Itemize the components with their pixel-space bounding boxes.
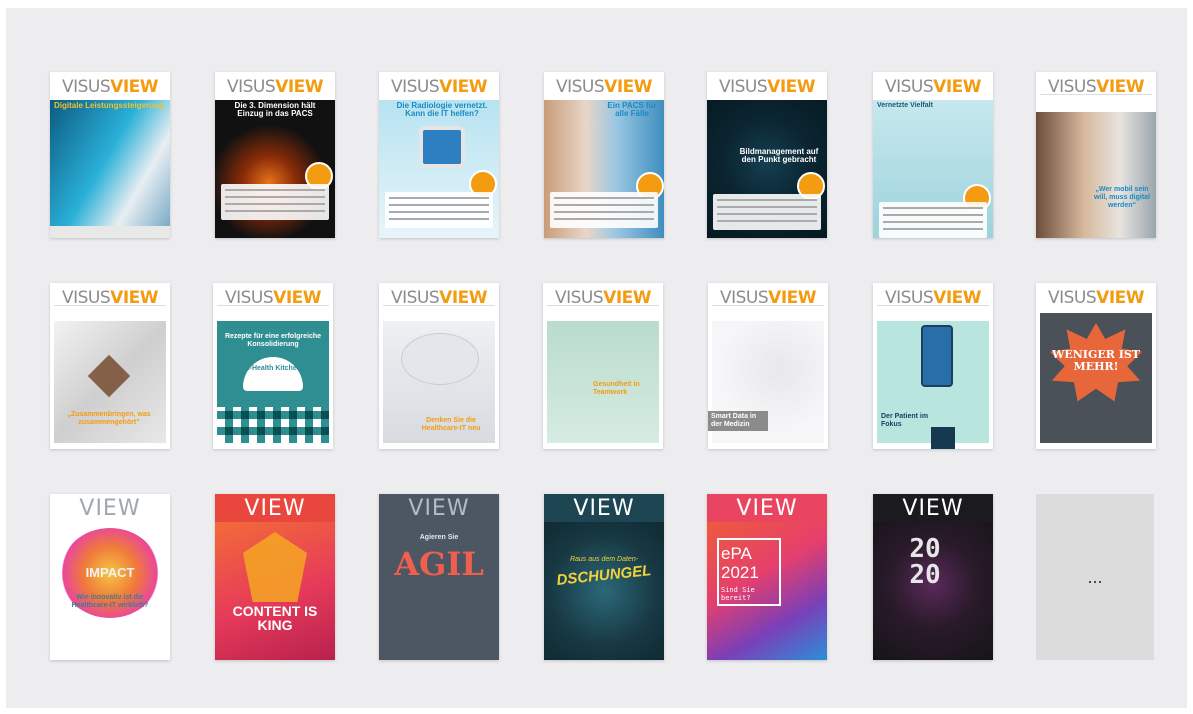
cover-headline: CONTENT IS KING	[232, 603, 318, 633]
cover-headline: Denken Sie die Healthcare-IT neu	[421, 417, 481, 432]
cover-subline: Wie innovativ ist die Healthcare-IT wirk…	[71, 594, 149, 609]
cover-subline: E-Health Kitchen	[244, 365, 301, 372]
cover-headline: „Zusammenbringen, was zusammengehört“	[67, 411, 151, 426]
magazine-cover-20[interactable]: VIEW 2020	[873, 494, 993, 660]
magazine-cover-9[interactable]: VISUSVIEW Rezepte für eine erfolgreiche …	[213, 283, 333, 449]
cover-headline: Digitale Leistungssteigerung	[54, 101, 164, 110]
magazine-cover-13[interactable]: VISUSVIEW Der Patient im Fokus	[873, 283, 993, 449]
magazine-cover-15[interactable]: VIEW IMPACT Wie innovativ ist die Health…	[50, 494, 170, 660]
magazine-cover-16[interactable]: VIEW CONTENT IS KING	[215, 494, 335, 660]
cover-headline: Rezepte für eine erfolgreiche Konsolidie…	[224, 333, 322, 348]
cover-headline: AGIL	[394, 545, 484, 583]
magazine-cover-4[interactable]: VISUSVIEW Ein PACS für alle Fälle	[544, 72, 664, 238]
magazine-cover-12[interactable]: VISUSVIEW Smart Data in der Medizin	[708, 283, 828, 449]
cover-headline: Der Patient im Fokus	[881, 413, 929, 428]
cover-headline: Die 3. Dimension hält Einzug in das PACS	[234, 101, 316, 118]
cover-headline: Ein PACS für alle Fälle	[607, 101, 657, 118]
magazine-cover-2[interactable]: VISUSVIEW Die 3. Dimension hält Einzug i…	[215, 72, 335, 238]
cover-headline: WENIGER IST MEHR!	[1052, 348, 1140, 373]
cover-headline: 2020	[909, 534, 941, 590]
magazine-cover-10[interactable]: VISUSVIEW Denken Sie die Healthcare-IT n…	[379, 283, 499, 449]
cover-headline: Bildmanagement auf den Punkt gebracht	[739, 147, 819, 164]
magazine-cover-5[interactable]: VISUSVIEW Bildmanagement auf den Punkt g…	[707, 72, 827, 238]
cover-subline: Agieren Sie	[419, 534, 459, 541]
magazine-cover-3[interactable]: VISUSVIEW Die Radiologie vernetzt. Kann …	[379, 72, 499, 238]
cover-headline: Gesundheit in Teamwork	[593, 381, 640, 396]
cover-subline: Sind Sie bereit?	[721, 586, 755, 602]
magazine-cover-7[interactable]: VISUSVIEW „Wer mobil sein will, muss dig…	[1036, 72, 1156, 238]
magazine-cover-18[interactable]: VIEW Raus aus dem Daten- DSCHUNGEL	[544, 494, 664, 660]
cover-headline: IMPACT	[85, 565, 135, 580]
more-covers-button[interactable]: ...	[1036, 494, 1154, 660]
cover-headline: Smart Data in der Medizin	[708, 411, 768, 431]
magazine-cover-8[interactable]: VISUSVIEW „Zusammenbringen, was zusammen…	[50, 283, 170, 449]
cover-headline: „Wer mobil sein will, muss digital werde…	[1093, 186, 1150, 209]
magazine-cover-1[interactable]: VISUSVIEW Digitale Leistungssteigerung	[50, 72, 170, 238]
magazine-cover-6[interactable]: VISUSVIEW Vernetzte Vielfalt	[873, 72, 993, 238]
magazine-cover-14[interactable]: VISUSVIEW WENIGER IST MEHR!	[1036, 283, 1156, 449]
cover-headline: Vernetzte Vielfalt	[877, 102, 933, 109]
cover-headline: ePA 2021	[721, 544, 759, 582]
cover-headline: Die Radiologie vernetzt. Kann die IT hel…	[396, 101, 488, 118]
magazine-cover-17[interactable]: VIEW Agieren Sie AGIL	[379, 494, 499, 660]
magazine-cover-11[interactable]: VISUSVIEW Gesundheit in Teamwork	[543, 283, 663, 449]
magazine-cover-19[interactable]: VIEW ePA 2021 Sind Sie bereit?	[707, 494, 827, 660]
more-label: ...	[1087, 566, 1103, 587]
